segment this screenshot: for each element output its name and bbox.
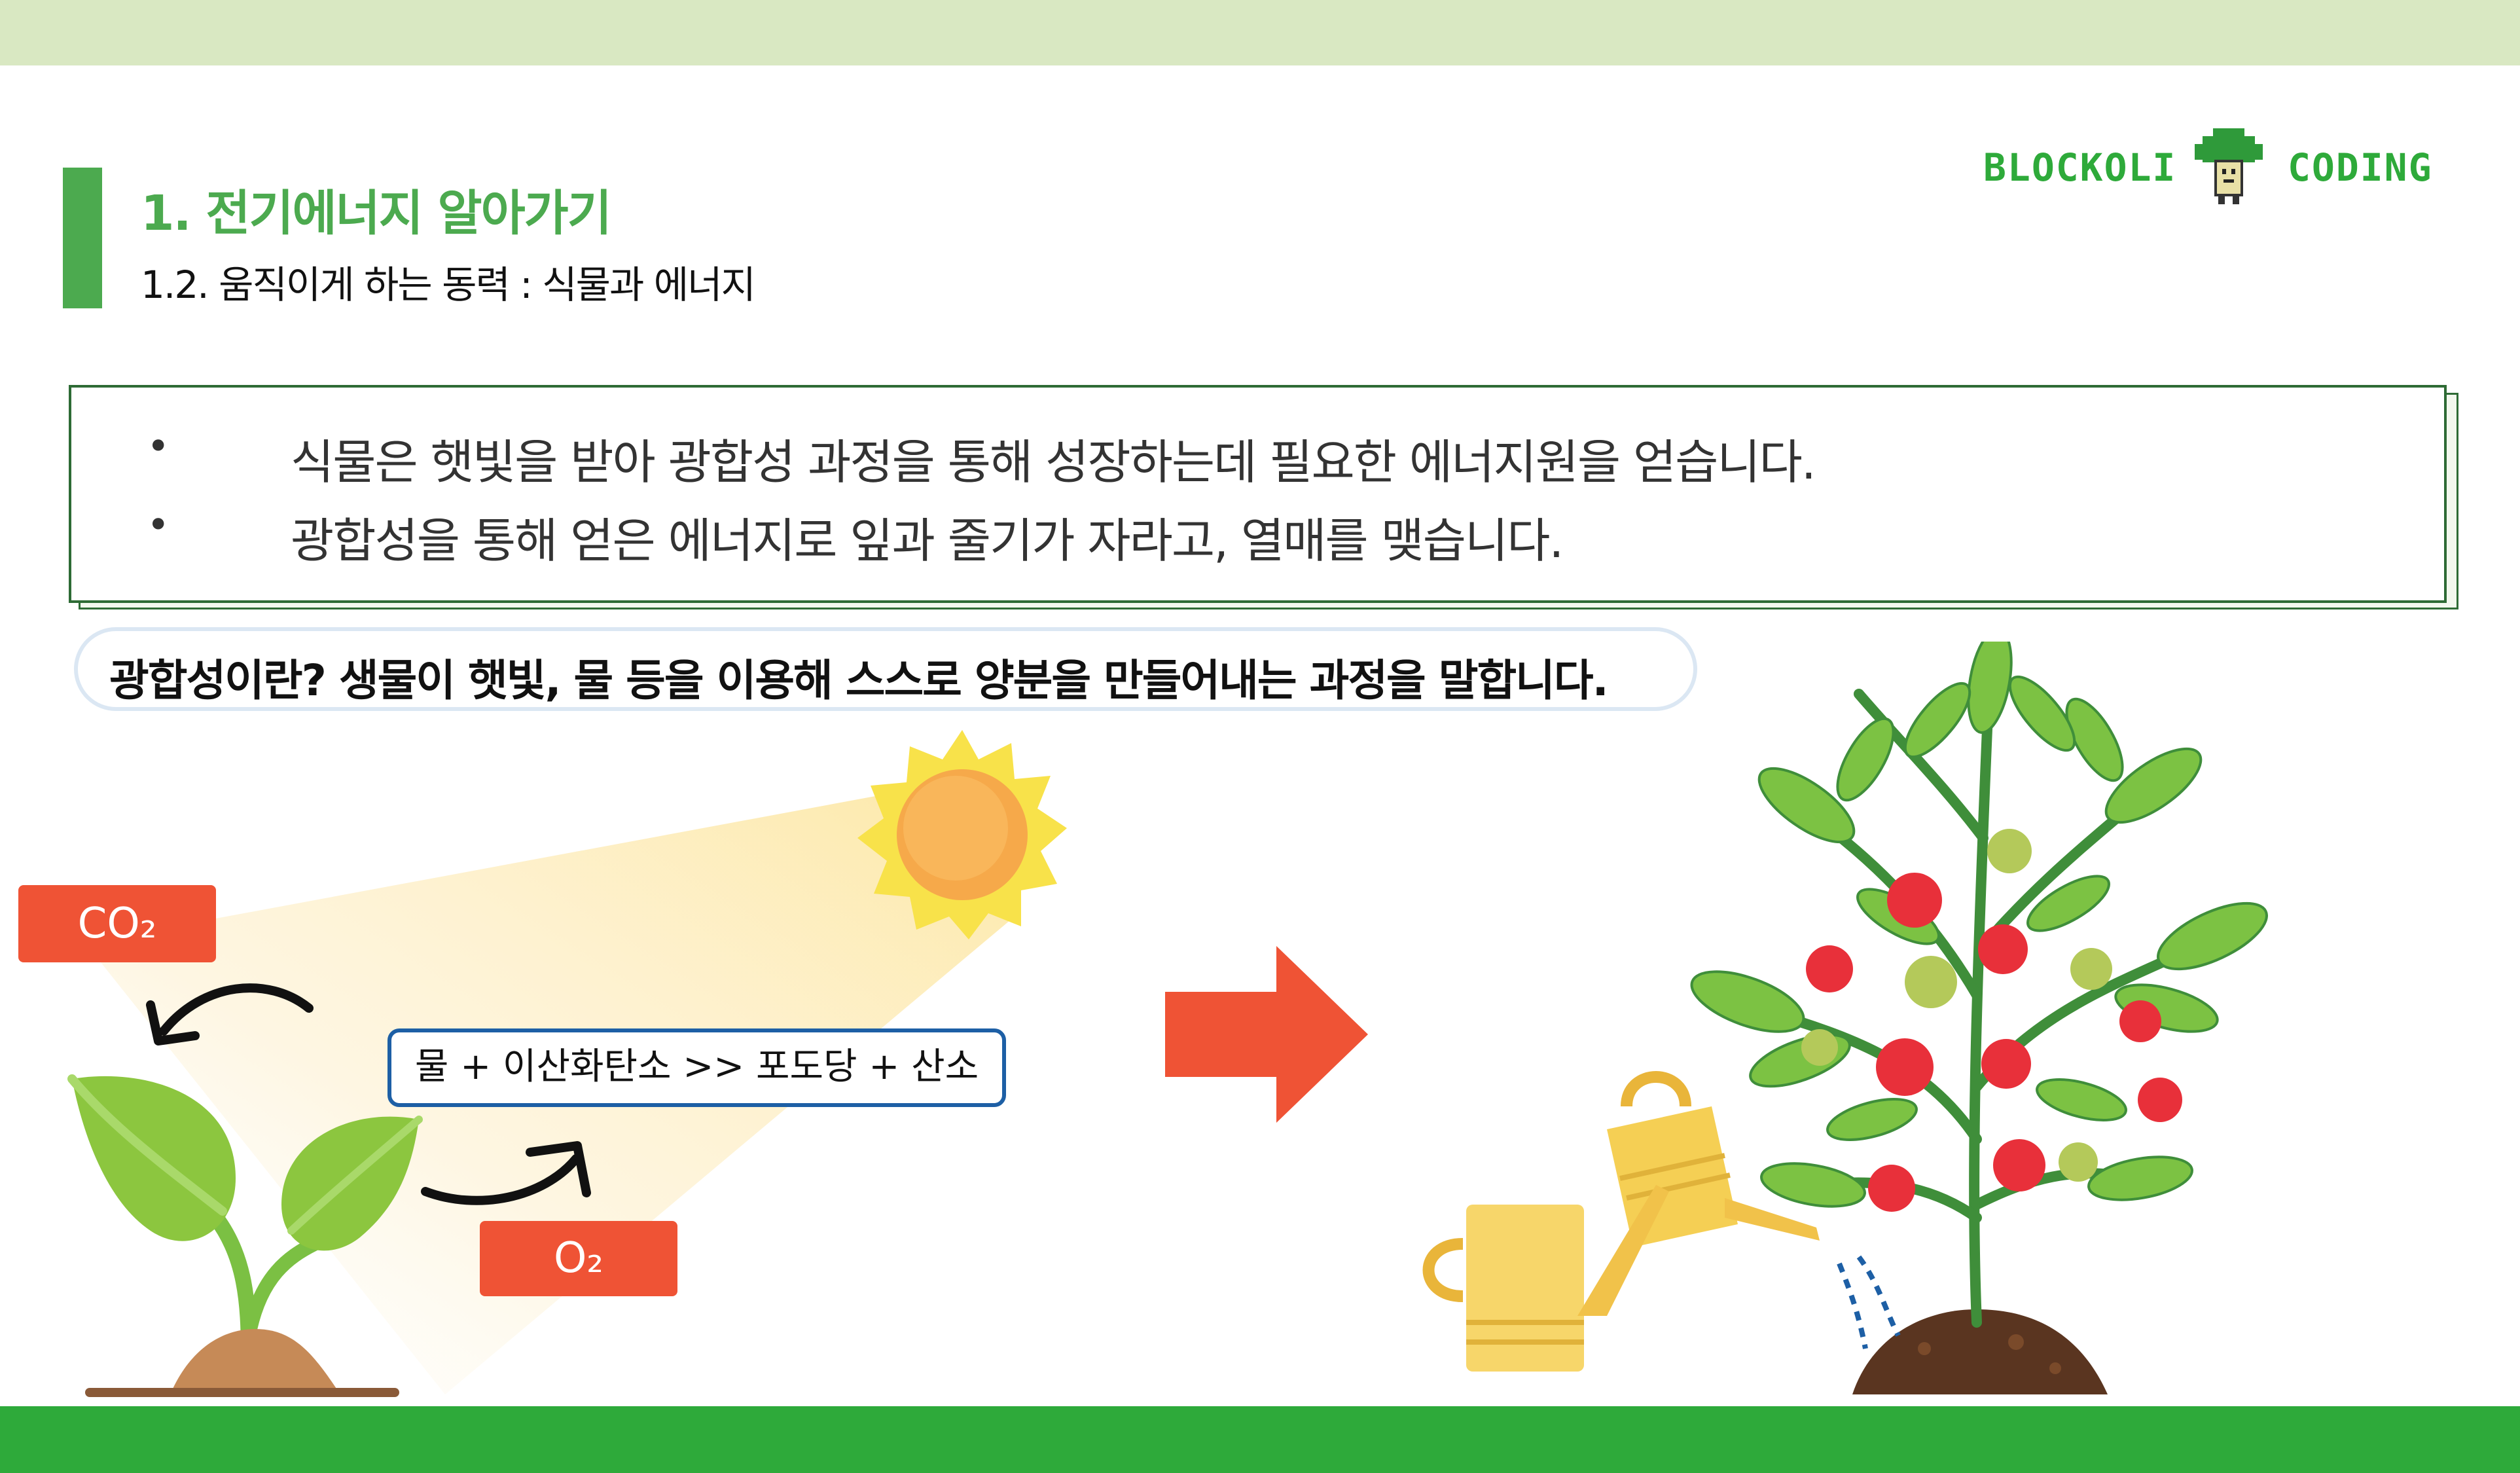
curved-arrow-icon bbox=[146, 983, 314, 1046]
arrow-right-icon bbox=[1165, 946, 1368, 1123]
watering-can-icon bbox=[1422, 1071, 1820, 1372]
o2-label: O₂ bbox=[480, 1221, 677, 1296]
curved-arrow-icon bbox=[421, 1141, 591, 1205]
photosynthesis-formula: 물 + 이산화탄소 >> 포도당 + 산소 bbox=[387, 1028, 1006, 1107]
sprout-icon bbox=[67, 1074, 423, 1397]
sun-icon bbox=[857, 730, 1067, 939]
co2-label: CO₂ bbox=[18, 885, 216, 962]
bottom-band bbox=[0, 1406, 2520, 1473]
